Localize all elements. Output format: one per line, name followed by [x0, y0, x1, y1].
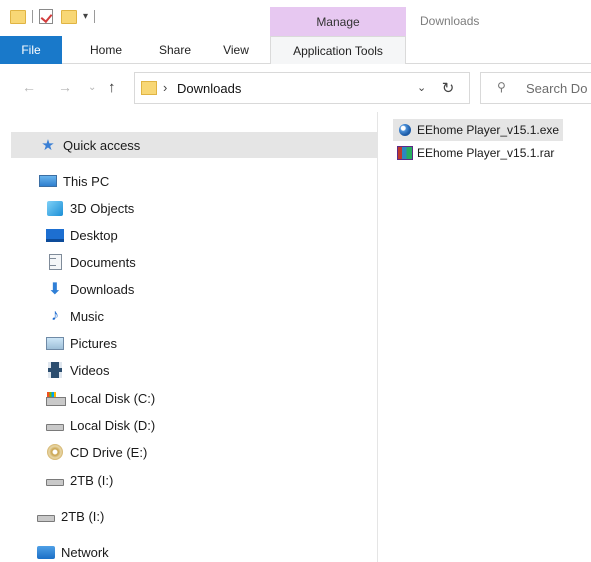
toolbar-separator-2 — [94, 10, 96, 23]
exe-file-icon — [397, 122, 413, 138]
drive-icon — [46, 472, 64, 488]
nav-label: Downloads — [70, 281, 135, 297]
navigation-row: ← → ⌄ ↑ › Downloads ⌄ ↻ ⚲ Search Do — [0, 64, 591, 112]
file-item-rar[interactable]: EEhome Player_v15.1.rar — [393, 142, 558, 164]
search-icon: ⚲ — [497, 80, 506, 94]
nav-label: Local Disk (C:) — [70, 390, 156, 406]
nav-label: This PC — [63, 173, 110, 189]
nav-network[interactable]: Network — [37, 539, 109, 562]
toolbar-separator — [32, 10, 33, 23]
search-box[interactable]: ⚲ Search Do — [480, 72, 591, 104]
nav-label: Network — [61, 544, 109, 560]
nav-2tb-drive[interactable]: 2TB (I:) — [46, 467, 113, 493]
drive-icon — [46, 417, 64, 433]
up-arrow-icon[interactable]: ↑ — [108, 79, 116, 96]
manage-label: Manage — [316, 14, 360, 29]
nav-label: Music — [70, 308, 104, 324]
customize-toolbar-dropdown-icon[interactable]: ▾ — [83, 11, 88, 22]
nav-cd-drive[interactable]: CD Drive (E:) — [46, 439, 147, 465]
file-item-exe[interactable]: EEhome Player_v15.1.exe — [393, 119, 564, 141]
network-icon — [37, 544, 55, 560]
nav-videos[interactable]: Videos — [46, 357, 110, 383]
tab-application-tools[interactable]: Application Tools — [270, 36, 406, 65]
folder-icon — [141, 81, 157, 95]
star-icon: ★ — [41, 137, 55, 154]
desktop-icon — [46, 227, 64, 243]
forward-arrow-icon[interactable]: → — [58, 79, 72, 95]
file-name: EEhome Player_v15.1.rar — [417, 146, 555, 160]
refresh-button[interactable]: ↻ — [426, 72, 470, 104]
cube-icon — [46, 200, 64, 216]
nav-label: Local Disk (D:) — [70, 417, 156, 433]
download-arrow-icon: ⬇ — [48, 281, 62, 298]
properties-icon[interactable] — [39, 9, 53, 24]
nav-label: Documents — [70, 254, 136, 270]
nav-3d-objects[interactable]: 3D Objects — [46, 195, 134, 221]
nav-this-pc[interactable]: This PC — [39, 168, 109, 194]
nav-quick-access[interactable]: ★ Quick access — [11, 132, 377, 158]
folder-icon — [10, 9, 26, 24]
tab-view[interactable]: View — [210, 36, 262, 64]
music-note-icon: ♪ — [51, 307, 59, 324]
refresh-icon: ↻ — [441, 80, 455, 97]
file-name: EEhome Player_v15.1.exe — [417, 123, 560, 137]
manage-context-header: Manage — [270, 7, 406, 36]
nav-pictures[interactable]: Pictures — [46, 330, 117, 356]
nav-desktop[interactable]: Desktop — [46, 222, 118, 248]
nav-label: 3D Objects — [70, 200, 135, 216]
title-bar: ▾ Manage Downloads — [0, 0, 591, 36]
address-dropdown-icon[interactable]: ⌄ — [417, 81, 426, 94]
nav-2tb-drive-root[interactable]: 2TB (I:) — [37, 503, 104, 529]
back-arrow-icon[interactable]: ← — [22, 79, 36, 95]
nav-label: Pictures — [70, 335, 117, 351]
nav-label: 2TB (I:) — [61, 508, 105, 524]
ribbon-tabs: File Home Share View Application Tools — [0, 36, 591, 65]
quick-access-toolbar: ▾ — [10, 9, 101, 24]
tab-share[interactable]: Share — [148, 36, 202, 64]
nav-music[interactable]: ♪ Music — [46, 303, 104, 329]
nav-local-disk-d[interactable]: Local Disk (D:) — [46, 412, 155, 438]
nav-local-disk-c[interactable]: Local Disk (C:) — [46, 385, 155, 411]
nav-label: CD Drive (E:) — [70, 444, 148, 460]
nav-label: Videos — [70, 362, 110, 378]
cd-icon — [46, 444, 64, 460]
nav-downloads[interactable]: ⬇ Downloads — [46, 276, 134, 302]
rar-archive-icon — [397, 145, 413, 161]
nav-label: Quick access — [63, 137, 141, 153]
tab-home[interactable]: Home — [76, 36, 136, 64]
breadcrumb-chevron-icon[interactable]: › — [163, 80, 167, 95]
address-bar[interactable]: › Downloads ⌄ — [134, 72, 470, 104]
film-icon — [46, 362, 64, 378]
breadcrumb-downloads[interactable]: Downloads — [177, 81, 241, 96]
new-folder-icon[interactable] — [61, 9, 77, 24]
drive-icon — [37, 508, 55, 524]
document-icon — [46, 254, 64, 270]
recent-locations-chevron-icon[interactable]: ⌄ — [88, 82, 96, 93]
system-drive-icon — [46, 390, 66, 406]
nav-label: Desktop — [70, 227, 118, 243]
search-input[interactable]: Search Do — [526, 81, 587, 96]
window-title: Downloads — [420, 14, 480, 28]
nav-documents[interactable]: Documents — [46, 249, 136, 275]
computer-icon — [39, 173, 57, 189]
tab-file[interactable]: File — [0, 36, 62, 64]
pane-divider[interactable] — [377, 112, 378, 562]
nav-label: 2TB (I:) — [70, 472, 114, 488]
pictures-icon — [46, 335, 64, 351]
